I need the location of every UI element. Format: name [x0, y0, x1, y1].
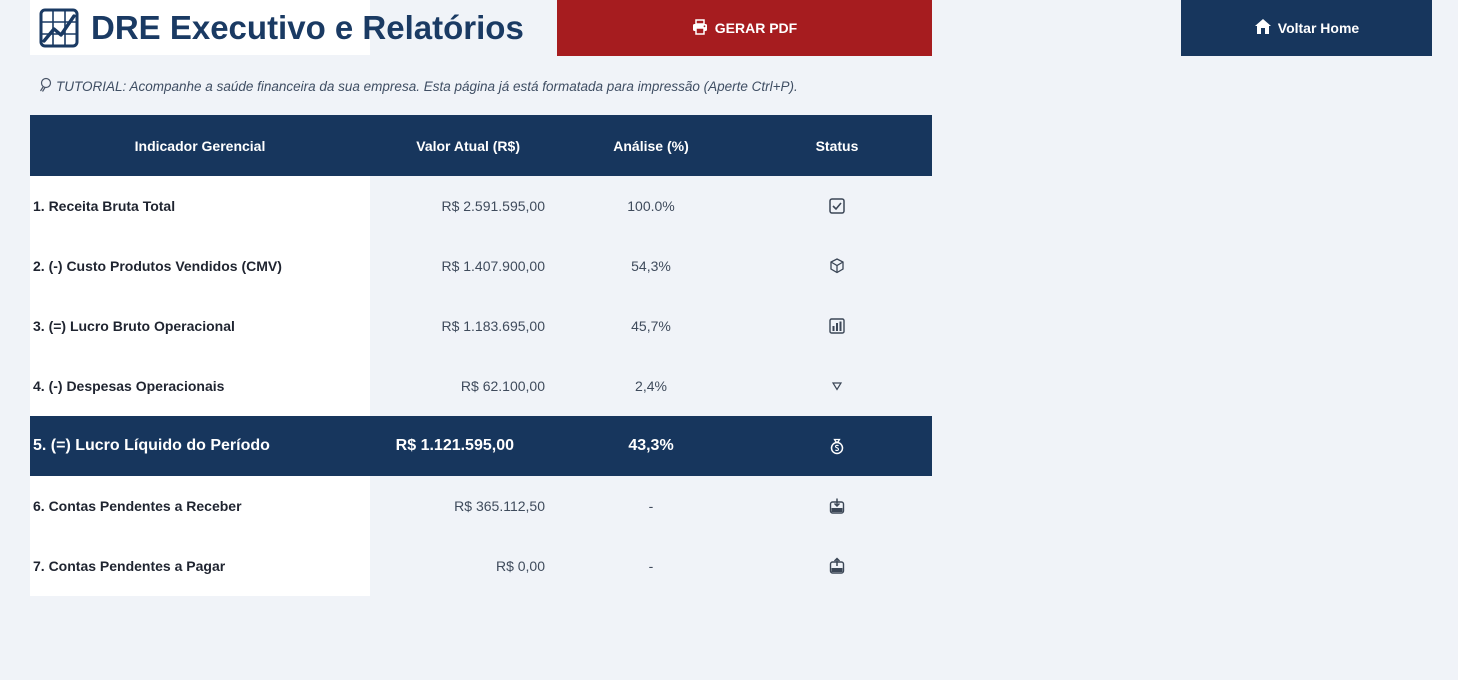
row-indicator: 2. (-) Custo Produtos Vendidos (CMV): [30, 236, 370, 296]
table-row: 3. (=) Lucro Bruto Operacional R$ 1.183.…: [30, 296, 932, 356]
table-row: 2. (-) Custo Produtos Vendidos (CMV) R$ …: [30, 236, 932, 296]
column-header-status: Status: [815, 137, 859, 154]
row-percentage: 2,4%: [635, 378, 667, 394]
row-status: [742, 236, 932, 296]
table-row: 7. Contas Pendentes a Pagar R$ 0,00 -: [30, 536, 932, 596]
column-header-value: Valor Atual (R$): [416, 137, 520, 154]
row-value: R$ 1.121.595,00: [370, 416, 560, 476]
table-row: 1. Receita Bruta Total R$ 2.591.595,00 1…: [30, 176, 932, 236]
page-title: DRE Executivo e Relatórios: [91, 8, 524, 46]
tutorial-hint: TUTORIAL: Acompanhe a saúde financeira d…: [38, 76, 798, 96]
printer-icon: [692, 18, 708, 38]
table-row: 6. Contas Pendentes a Receber R$ 365.112…: [30, 476, 932, 536]
row-indicator: 1. Receita Bruta Total: [30, 176, 370, 236]
row-value: R$ 1.183.695,00: [441, 318, 545, 334]
back-home-label: Voltar Home: [1277, 20, 1360, 36]
row-percentage: 100.0%: [627, 198, 675, 214]
row-value: R$ 62.100,00: [460, 378, 545, 394]
row-value: R$ 0,00: [495, 558, 545, 574]
row-value: R$ 2.591.595,00: [441, 198, 545, 214]
triangle-down-icon: [828, 377, 846, 395]
row-value: R$ 365.112,50: [454, 498, 545, 514]
lightbulb-icon: [38, 77, 52, 96]
bar-chart-icon: [828, 317, 846, 335]
row-indicator: 7. Contas Pendentes a Pagar: [30, 536, 370, 596]
package-icon: [828, 257, 846, 275]
column-header-indicator: Indicador Gerencial: [134, 137, 266, 154]
row-status: [742, 476, 932, 536]
row-indicator: 6. Contas Pendentes a Receber: [30, 476, 370, 536]
back-home-button[interactable]: Voltar Home: [1181, 0, 1432, 56]
row-percentage: -: [648, 498, 654, 514]
table-header-row: Indicador Gerencial Valor Atual (R$) Aná…: [30, 115, 932, 176]
row-indicator: 5. (=) Lucro Líquido do Período: [30, 416, 370, 476]
row-indicator: 4. (-) Despesas Operacionais: [30, 356, 370, 416]
dre-table: Indicador Gerencial Valor Atual (R$) Aná…: [30, 115, 932, 596]
table-row: 4. (-) Despesas Operacionais R$ 62.100,0…: [30, 356, 932, 416]
row-status: [742, 296, 932, 356]
row-status: [742, 536, 932, 596]
row-indicator: 3. (=) Lucro Bruto Operacional: [30, 296, 370, 356]
row-percentage: -: [648, 558, 654, 574]
generate-pdf-button[interactable]: GERAR PDF: [557, 0, 932, 56]
row-percentage: 54,3%: [631, 258, 671, 274]
checkbox-icon: [828, 197, 846, 215]
table-row-highlight: 5. (=) Lucro Líquido do Período R$ 1.121…: [30, 416, 932, 476]
row-percentage: 45,7%: [631, 318, 671, 334]
home-icon: [1254, 18, 1272, 38]
page-header: DRE Executivo e Relatórios: [30, 0, 524, 55]
inbox-in-icon: [828, 497, 846, 515]
money-bag-icon: [828, 437, 846, 455]
row-status: [742, 416, 932, 476]
chart-line-icon: [39, 8, 79, 48]
generate-pdf-label: GERAR PDF: [714, 20, 798, 36]
tutorial-text: TUTORIAL: Acompanhe a saúde financeira d…: [56, 78, 798, 94]
column-header-analysis: Análise (%): [613, 137, 689, 154]
row-status: [742, 176, 932, 236]
outbox-icon: [828, 557, 846, 575]
row-percentage: 43,3%: [560, 416, 742, 476]
row-value: R$ 1.407.900,00: [441, 258, 545, 274]
row-status: [742, 356, 932, 416]
